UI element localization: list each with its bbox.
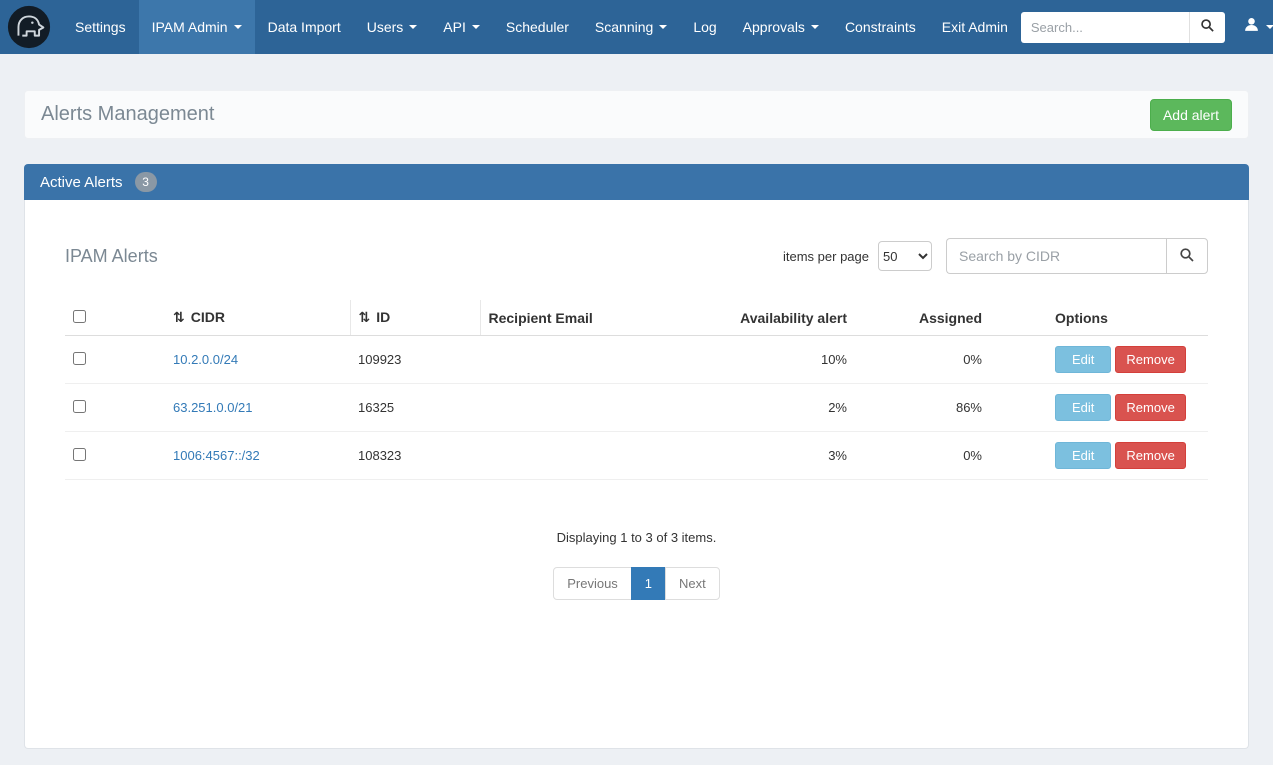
pagination-page-1[interactable]: 1 bbox=[631, 567, 666, 600]
page-content: Alerts Management Add alert Active Alert… bbox=[24, 90, 1249, 749]
header-availability-alert: Availability alert bbox=[715, 300, 855, 336]
availability-cell: 10% bbox=[715, 336, 855, 384]
panel-heading: Active Alerts 3 bbox=[24, 164, 1249, 200]
user-icon bbox=[1243, 16, 1260, 38]
remove-button[interactable]: Remove bbox=[1115, 394, 1185, 421]
top-navbar: Settings IPAM Admin Data Import Users AP… bbox=[0, 0, 1273, 54]
page-title: Alerts Management bbox=[41, 103, 214, 126]
id-cell: 16325 bbox=[350, 384, 480, 432]
availability-cell: 2% bbox=[715, 384, 855, 432]
nav-item-scheduler[interactable]: Scheduler bbox=[493, 0, 582, 54]
header-assigned: Assigned bbox=[855, 300, 990, 336]
global-search-input[interactable] bbox=[1021, 12, 1189, 43]
search-icon bbox=[1200, 18, 1215, 36]
items-per-page-select[interactable]: 50 bbox=[878, 241, 932, 271]
alerts-table: ⇅CIDR ⇅ID Recipient Email Availability a… bbox=[65, 300, 1208, 480]
table-row: 63.251.0.0/21 16325 2% 86% EditRemove bbox=[65, 384, 1208, 432]
nav-item-users[interactable]: Users bbox=[354, 0, 431, 54]
chevron-down-icon bbox=[234, 25, 242, 29]
email-cell bbox=[480, 384, 715, 432]
cidr-link[interactable]: 10.2.0.0/24 bbox=[173, 352, 238, 367]
pagination: Previous 1 Next bbox=[65, 567, 1208, 600]
panel-body: IPAM Alerts items per page 50 bbox=[24, 200, 1249, 749]
user-menu[interactable] bbox=[1243, 16, 1273, 38]
header-recipient-email: Recipient Email bbox=[480, 300, 715, 336]
nav-item-approvals[interactable]: Approvals bbox=[730, 0, 832, 54]
table-toolbar: IPAM Alerts items per page 50 bbox=[65, 238, 1208, 274]
sort-icon[interactable]: ⇅ bbox=[173, 310, 185, 326]
table-header-row: ⇅CIDR ⇅ID Recipient Email Availability a… bbox=[65, 300, 1208, 336]
edit-button[interactable]: Edit bbox=[1055, 442, 1111, 469]
results-summary: Displaying 1 to 3 of 3 items. bbox=[65, 530, 1208, 545]
toolbar-controls: items per page 50 bbox=[783, 238, 1208, 274]
items-per-page-label: items per page bbox=[783, 249, 869, 264]
global-search-button[interactable] bbox=[1189, 12, 1225, 43]
main-navigation: Settings IPAM Admin Data Import Users AP… bbox=[62, 0, 1021, 54]
table-row: 1006:4567::/32 108323 3% 0% EditRemove bbox=[65, 432, 1208, 480]
elephant-logo-icon bbox=[6, 37, 52, 54]
chevron-down-icon bbox=[1266, 25, 1273, 29]
panel-title: Active Alerts bbox=[40, 174, 123, 191]
cidr-link[interactable]: 63.251.0.0/21 bbox=[173, 400, 253, 415]
nav-item-log[interactable]: Log bbox=[680, 0, 729, 54]
alert-count-badge: 3 bbox=[135, 172, 157, 192]
page-header: Alerts Management Add alert bbox=[24, 90, 1249, 139]
nav-item-settings[interactable]: Settings bbox=[62, 0, 139, 54]
edit-button[interactable]: Edit bbox=[1055, 394, 1111, 421]
cidr-link[interactable]: 1006:4567::/32 bbox=[173, 448, 260, 463]
id-cell: 109923 bbox=[350, 336, 480, 384]
active-alerts-panel: Active Alerts 3 IPAM Alerts items per pa… bbox=[24, 164, 1249, 749]
remove-button[interactable]: Remove bbox=[1115, 346, 1185, 373]
edit-button[interactable]: Edit bbox=[1055, 346, 1111, 373]
remove-button[interactable]: Remove bbox=[1115, 442, 1185, 469]
nav-item-api[interactable]: API bbox=[430, 0, 493, 54]
header-id[interactable]: ⇅ID bbox=[350, 300, 480, 336]
global-search bbox=[1021, 12, 1225, 43]
cidr-search-button[interactable] bbox=[1166, 238, 1208, 274]
sort-icon[interactable]: ⇅ bbox=[359, 310, 371, 326]
cidr-search-group bbox=[946, 238, 1208, 274]
id-cell: 108323 bbox=[350, 432, 480, 480]
row-checkbox[interactable] bbox=[73, 400, 86, 413]
nav-item-exit-admin[interactable]: Exit Admin bbox=[929, 0, 1021, 54]
table-row: 10.2.0.0/24 109923 10% 0% EditRemove bbox=[65, 336, 1208, 384]
select-all-cell bbox=[65, 300, 165, 336]
search-icon bbox=[1179, 247, 1195, 266]
nav-item-constraints[interactable]: Constraints bbox=[832, 0, 929, 54]
navbar-right bbox=[1021, 12, 1273, 43]
nav-item-data-import[interactable]: Data Import bbox=[255, 0, 354, 54]
assigned-cell: 86% bbox=[855, 384, 990, 432]
nav-item-scanning[interactable]: Scanning bbox=[582, 0, 680, 54]
availability-cell: 3% bbox=[715, 432, 855, 480]
header-options: Options bbox=[990, 300, 1208, 336]
assigned-cell: 0% bbox=[855, 432, 990, 480]
add-alert-button[interactable]: Add alert bbox=[1150, 99, 1232, 131]
pagination-previous[interactable]: Previous bbox=[553, 567, 632, 600]
chevron-down-icon bbox=[811, 25, 819, 29]
chevron-down-icon bbox=[409, 25, 417, 29]
email-cell bbox=[480, 336, 715, 384]
chevron-down-icon bbox=[659, 25, 667, 29]
pagination-next[interactable]: Next bbox=[665, 567, 720, 600]
table-title: IPAM Alerts bbox=[65, 246, 158, 267]
app-logo[interactable] bbox=[6, 4, 52, 50]
row-checkbox[interactable] bbox=[73, 352, 86, 365]
cidr-search-input[interactable] bbox=[946, 238, 1166, 274]
header-cidr[interactable]: ⇅CIDR bbox=[165, 300, 350, 336]
email-cell bbox=[480, 432, 715, 480]
chevron-down-icon bbox=[472, 25, 480, 29]
row-checkbox[interactable] bbox=[73, 448, 86, 461]
nav-item-ipam-admin[interactable]: IPAM Admin bbox=[139, 0, 255, 54]
assigned-cell: 0% bbox=[855, 336, 990, 384]
select-all-checkbox[interactable] bbox=[73, 310, 86, 323]
